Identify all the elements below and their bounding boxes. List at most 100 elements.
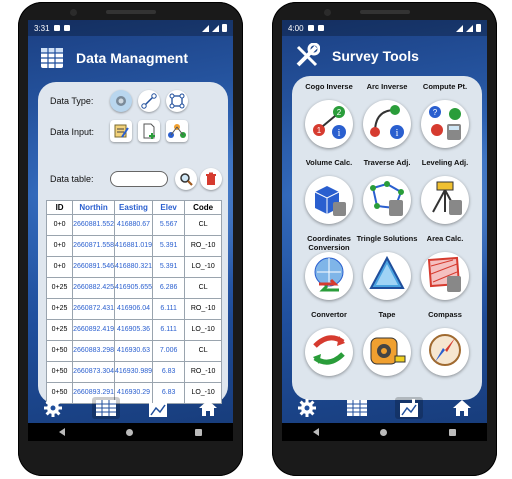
tool-coordinates-conversion[interactable]: Coordinates Conversion [298, 234, 360, 320]
cell-northing[interactable]: 2660891.546 [72, 256, 116, 278]
nav-tools[interactable] [395, 397, 424, 419]
table-row[interactable]: 0+25 2660882.425 416905.655 6.286 CL [45, 277, 222, 299]
table-row[interactable]: 0+0 2660891.546 416880.321 5.391 LO_-10 [45, 256, 222, 278]
cell-code[interactable]: LO_-10 [184, 319, 222, 341]
tool-arc-inverse[interactable]: Arc Inverse i [356, 82, 418, 168]
line-type-button[interactable] [138, 90, 160, 112]
cell-northing[interactable]: 2660872.431 [72, 298, 116, 320]
column-header-code[interactable]: Code [184, 200, 222, 215]
cell-code[interactable]: CL [184, 340, 222, 362]
cell-code[interactable]: LO_-10 [184, 256, 222, 278]
tool-traverse-adj[interactable]: Traverse Adj. [356, 158, 418, 244]
recent-apps-icon[interactable] [195, 428, 203, 436]
cell-id[interactable]: 0+25 [45, 319, 74, 341]
table-row[interactable]: 0+25 2660892.419 416905.36 6.111 LO_-10 [45, 319, 222, 341]
cell-id[interactable]: 0+50 [45, 361, 74, 383]
nav-settings[interactable] [42, 397, 64, 419]
recent-apps-icon[interactable] [449, 428, 457, 436]
cell-id[interactable]: 0+0 [45, 214, 74, 236]
table-row[interactable]: 0+0 2660871.558 416881.019 5.391 RO_-10 [45, 235, 222, 257]
tool-leveling-adj[interactable]: Leveling Adj. [414, 158, 476, 244]
cell-elev[interactable]: 5.391 [151, 235, 186, 257]
cell-northing[interactable]: 2660882.425 [72, 277, 116, 299]
polygon-type-button[interactable] [166, 90, 188, 112]
cell-code[interactable]: RO_-10 [184, 298, 222, 320]
column-header-easting[interactable]: Easting [114, 200, 153, 215]
cell-elev[interactable]: 5.567 [151, 214, 186, 236]
tool-button[interactable] [421, 328, 469, 376]
cell-northing[interactable]: 2660883.298 [72, 340, 116, 362]
cell-elev[interactable]: 5.391 [151, 256, 186, 278]
tool-button[interactable] [421, 252, 469, 300]
column-header-elev[interactable]: Elev [151, 200, 186, 215]
nav-home[interactable] [451, 397, 473, 419]
home-circle-icon[interactable] [126, 428, 134, 436]
search-button[interactable] [175, 168, 197, 190]
cell-easting[interactable]: 416905.655 [114, 277, 153, 299]
new-file-button[interactable] [138, 120, 160, 142]
tool-tape[interactable]: Tape [356, 310, 418, 396]
cell-code[interactable]: RO_-10 [184, 361, 222, 383]
tool-volume-calc[interactable]: Volume Calc. [298, 158, 360, 244]
table-row[interactable]: 0+50 2660883.298 416930.63 7.006 CL [45, 340, 222, 362]
tool-cogo-inverse[interactable]: Cogo Inverse 1 2 i [298, 82, 360, 168]
cell-id[interactable]: 0+50 [45, 340, 74, 362]
tool-button[interactable] [363, 176, 411, 224]
nav-tools[interactable] [147, 397, 169, 419]
cell-northing[interactable]: 2660892.419 [72, 319, 116, 341]
cell-id[interactable]: 0+0 [45, 235, 74, 257]
table-row[interactable]: 0+25 2660872.431 416906.04 6.111 RO_-10 [45, 298, 222, 320]
cell-elev[interactable]: 7.006 [151, 340, 186, 362]
tool-triangle-solutions[interactable]: Tringle Solutions [356, 234, 418, 320]
cell-id[interactable]: 0+25 [45, 298, 74, 320]
tool-button[interactable]: i [363, 100, 411, 148]
import-data-button[interactable] [166, 120, 188, 142]
cell-northing[interactable]: 2660871.558 [72, 235, 116, 257]
cell-easting[interactable]: 416880.321 [114, 256, 153, 278]
back-icon[interactable] [58, 428, 65, 436]
column-header-northing[interactable]: Northin [72, 200, 116, 215]
cell-easting[interactable]: 416930.63 [114, 340, 153, 362]
cell-northing[interactable]: 2660873.304 [72, 361, 116, 383]
nav-settings[interactable] [296, 397, 318, 419]
column-header-id[interactable]: ID [45, 200, 74, 215]
tool-button[interactable] [305, 252, 353, 300]
cell-id[interactable]: 0+25 [45, 277, 74, 299]
home-circle-icon[interactable] [380, 428, 388, 436]
tool-compute-point[interactable]: Compute Pt.? [414, 82, 476, 168]
cell-elev[interactable]: 6.83 [151, 361, 186, 383]
cell-elev[interactable]: 6.111 [151, 298, 186, 320]
tool-button[interactable] [305, 328, 353, 376]
tool-button[interactable] [305, 176, 353, 224]
back-icon[interactable] [312, 428, 319, 436]
table-row[interactable]: 0+0 2660881.552 416880.67 5.567 CL [45, 214, 222, 236]
cell-code[interactable]: RO_-10 [184, 235, 222, 257]
cell-elev[interactable]: 6.111 [151, 319, 186, 341]
tool-button[interactable]: ? [421, 100, 469, 148]
cell-easting[interactable]: 416906.04 [114, 298, 153, 320]
tool-button[interactable] [421, 176, 469, 224]
nav-data[interactable] [346, 397, 368, 419]
tool-button[interactable] [363, 328, 411, 376]
edit-data-button[interactable] [110, 120, 132, 142]
cell-easting[interactable]: 416880.67 [114, 214, 153, 236]
table-name-input[interactable] [110, 171, 168, 187]
table-row[interactable]: 0+50 2660873.304 416930.989 6.83 RO_-10 [45, 361, 222, 383]
cell-id[interactable]: 0+0 [45, 256, 74, 278]
tool-compass[interactable]: Compass [414, 310, 476, 396]
delete-button[interactable] [200, 168, 222, 190]
cell-code[interactable]: CL [184, 277, 222, 299]
nav-home[interactable] [197, 397, 219, 419]
cell-northing[interactable]: 2660881.552 [72, 214, 116, 236]
cell-easting[interactable]: 416930.989 [114, 361, 153, 383]
cell-easting[interactable]: 416905.36 [114, 319, 153, 341]
cell-easting[interactable]: 416881.019 [114, 235, 153, 257]
cell-code[interactable]: CL [184, 214, 222, 236]
tool-area-calc[interactable]: Area Calc. [414, 234, 476, 320]
tool-button[interactable] [363, 252, 411, 300]
nav-data[interactable] [91, 397, 120, 419]
tool-convertor[interactable]: Convertor [298, 310, 360, 396]
tool-button[interactable]: 1 2 i [305, 100, 353, 148]
point-type-button[interactable] [110, 90, 132, 112]
cell-elev[interactable]: 6.286 [151, 277, 186, 299]
